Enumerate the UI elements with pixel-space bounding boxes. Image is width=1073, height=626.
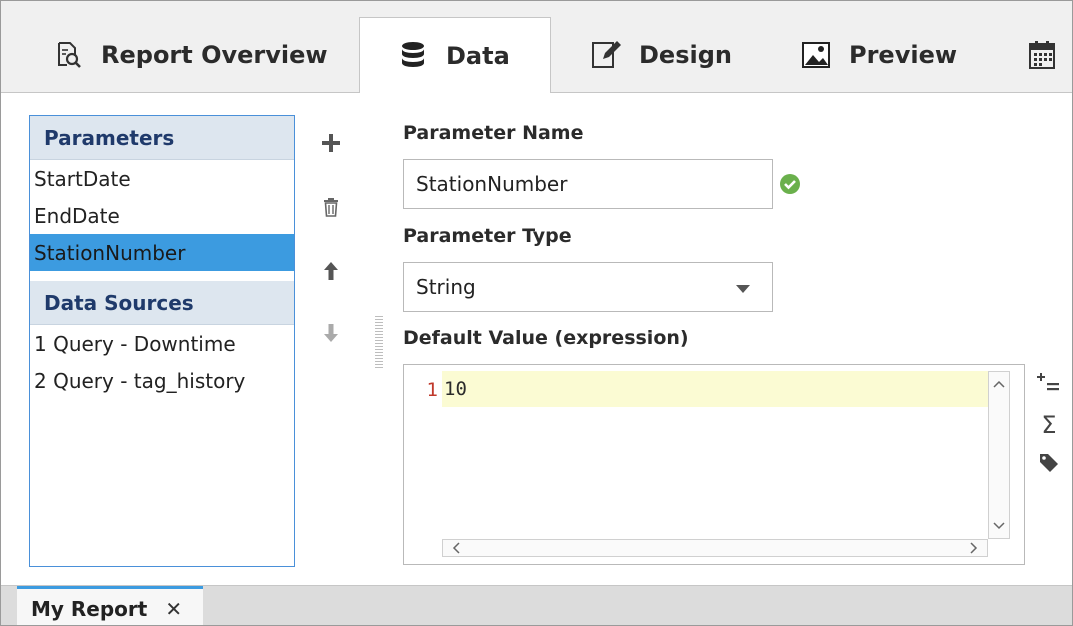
database-icon <box>398 41 428 71</box>
tab-label: Report Overview <box>101 41 328 69</box>
add-parameter-button[interactable] <box>319 133 343 157</box>
trash-icon <box>322 197 340 221</box>
data-panel: Parameters StartDate EndDate StationNumb… <box>1 93 1072 585</box>
data-source-item[interactable]: 1 Query - Downtime <box>30 325 294 362</box>
expression-line[interactable]: 10 <box>442 371 988 407</box>
tab-label: Preview <box>849 41 958 69</box>
data-sources-header: Data Sources <box>30 281 294 325</box>
plus-icon <box>320 132 342 158</box>
tab-schedule[interactable] <box>1027 17 1072 93</box>
parameter-name-input[interactable]: StationNumber <box>403 159 773 209</box>
tab-label: Data <box>446 41 510 70</box>
tag-icon <box>1038 452 1060 478</box>
function-button[interactable]: Σ <box>1037 411 1061 439</box>
default-value-label: Default Value (expression) <box>403 327 689 349</box>
close-icon[interactable]: ✕ <box>165 597 182 621</box>
edit-icon <box>591 40 621 70</box>
insert-property-button[interactable] <box>1037 371 1061 399</box>
designer-window: Report Overview Data Design Preview Para… <box>0 0 1073 626</box>
line-number: 1 <box>426 379 438 401</box>
vertical-scrollbar[interactable] <box>988 371 1010 539</box>
scroll-left-icon[interactable] <box>447 540 465 556</box>
scroll-down-icon[interactable] <box>989 516 1009 536</box>
move-up-button[interactable] <box>319 261 343 285</box>
scroll-up-icon[interactable] <box>989 374 1009 394</box>
parameter-item[interactable]: EndDate <box>30 197 294 234</box>
report-search-icon <box>53 40 83 70</box>
line-number-gutter: 1 <box>404 365 440 564</box>
data-source-item[interactable]: 2 Query - tag_history <box>30 362 294 399</box>
parameters-data-sources-list: Parameters StartDate EndDate StationNumb… <box>29 115 295 567</box>
parameter-type-value: String <box>416 275 476 299</box>
document-tab-bar: My Report ✕ <box>1 585 1072 625</box>
parameter-item-selected[interactable]: StationNumber <box>30 234 294 271</box>
sigma-function-icon: Σ <box>1041 411 1057 439</box>
document-tab-my-report[interactable]: My Report ✕ <box>17 586 203 625</box>
tab-data[interactable]: Data <box>359 17 551 94</box>
horizontal-scrollbar[interactable] <box>442 539 988 557</box>
tab-preview[interactable]: Preview <box>801 17 957 93</box>
tab-bar: Report Overview Data Design Preview <box>1 1 1072 94</box>
parameter-type-dropdown[interactable]: String <box>403 262 773 312</box>
calendar-icon <box>1027 40 1057 70</box>
arrow-down-icon <box>322 322 340 348</box>
scroll-right-icon[interactable] <box>965 540 983 556</box>
insert-property-icon <box>1037 371 1061 399</box>
check-valid-icon <box>779 173 801 195</box>
chevron-down-icon <box>736 285 750 293</box>
tab-label: Design <box>639 41 732 69</box>
parameter-item[interactable]: StartDate <box>30 160 294 197</box>
splitter-handle[interactable] <box>375 316 383 368</box>
tab-design[interactable]: Design <box>591 17 732 93</box>
move-down-button[interactable] <box>319 323 343 347</box>
tab-report-overview[interactable]: Report Overview <box>53 17 328 93</box>
delete-parameter-button[interactable] <box>319 197 343 221</box>
expression-editor[interactable]: 1 10 <box>403 364 1025 565</box>
parameters-header: Parameters <box>30 116 294 160</box>
document-tab-label: My Report <box>31 596 148 621</box>
tag-browser-button[interactable] <box>1037 451 1061 479</box>
image-icon <box>801 40 831 70</box>
parameter-type-label: Parameter Type <box>403 225 572 247</box>
arrow-up-icon <box>322 260 340 286</box>
parameter-name-label: Parameter Name <box>403 122 584 144</box>
